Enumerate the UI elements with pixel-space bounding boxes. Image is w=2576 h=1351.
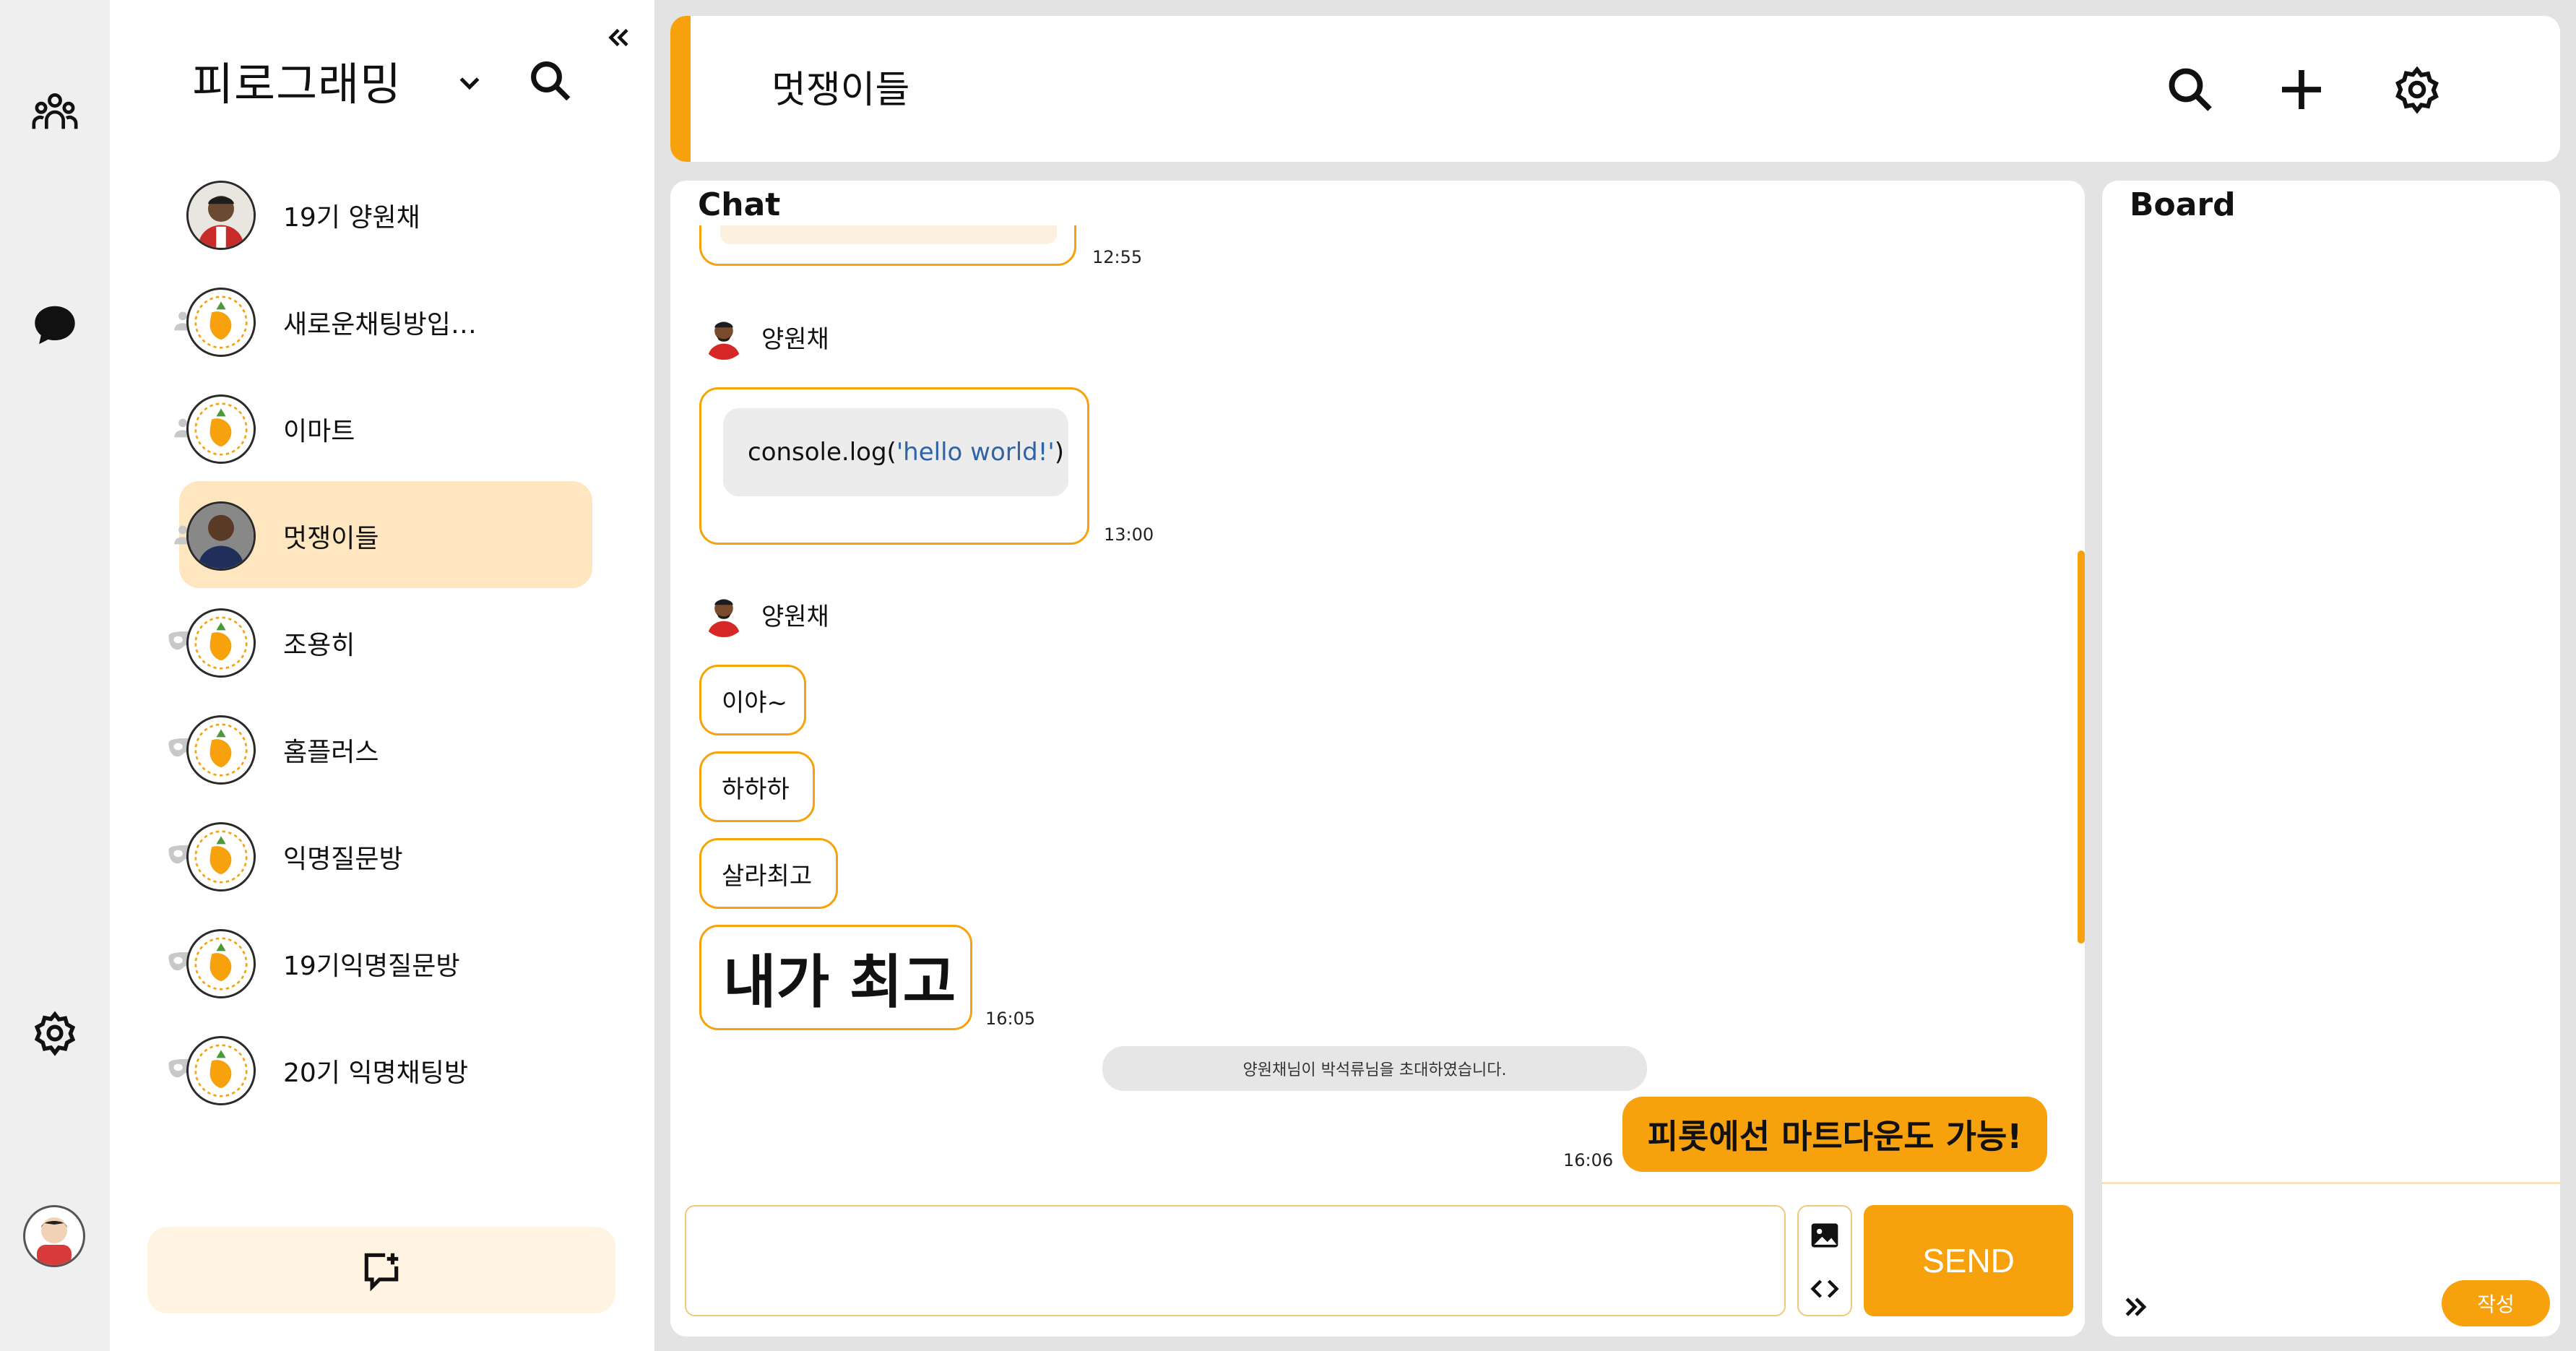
message-text: 하하하 bbox=[722, 774, 790, 804]
room-avatar bbox=[186, 1036, 256, 1105]
room-header: 멋쟁이들 bbox=[670, 16, 2560, 162]
room-avatar bbox=[186, 929, 256, 998]
room-item[interactable]: 20기 익명채팅방 bbox=[168, 1016, 592, 1123]
message-text: 이야~ bbox=[722, 688, 788, 717]
system-message: 양원채님이 박석류님을 초대하였습니다. bbox=[1102, 1046, 1647, 1091]
search-icon[interactable] bbox=[2158, 58, 2222, 121]
code-block: console.log('hello world!') bbox=[723, 408, 1068, 496]
message-sender: 양원채 bbox=[701, 314, 829, 360]
code-message-bubble[interactable]: console.log('hello world!') bbox=[699, 387, 1089, 545]
sender-avatar bbox=[701, 591, 747, 637]
code-string: 'hello world!' bbox=[896, 438, 1055, 467]
room-avatar bbox=[186, 715, 256, 785]
board-title: Board bbox=[2130, 186, 2236, 223]
header-accent-bar bbox=[670, 16, 691, 162]
collapse-sidebar-icon[interactable] bbox=[598, 17, 639, 58]
message-bubble[interactable] bbox=[699, 225, 1076, 266]
room-name: 새로운채팅방입… bbox=[283, 310, 477, 340]
message-bubble[interactable]: 살라최고 bbox=[699, 838, 838, 909]
board-panel: Board 작성 bbox=[2102, 181, 2560, 1337]
gear-icon[interactable] bbox=[2385, 58, 2449, 121]
send-button[interactable]: SEND bbox=[1864, 1205, 2073, 1316]
room-item[interactable]: 19기 양원채 bbox=[179, 160, 592, 267]
attachment-buttons bbox=[1797, 1205, 1852, 1316]
code-text-end: ) bbox=[1054, 438, 1065, 467]
code-icon[interactable] bbox=[1799, 1263, 1851, 1315]
nav-rail bbox=[0, 0, 110, 1351]
chevron-down-icon[interactable] bbox=[449, 62, 490, 103]
message-time: 12:55 bbox=[1092, 247, 1143, 267]
message-input[interactable] bbox=[685, 1205, 1786, 1316]
message-time: 16:05 bbox=[985, 1009, 1036, 1029]
message-bubble[interactable]: 이야~ bbox=[699, 665, 806, 735]
message-bubble[interactable]: 내가 최고 bbox=[699, 925, 972, 1030]
room-avatar bbox=[186, 181, 256, 250]
user-avatar[interactable] bbox=[23, 1205, 85, 1267]
room-item[interactable]: 19기익명질문방 bbox=[168, 909, 592, 1016]
code-text: console.log( bbox=[748, 438, 896, 467]
search-icon[interactable] bbox=[522, 52, 579, 110]
room-item[interactable]: 홈플러스 bbox=[168, 695, 592, 802]
chat-panel: Chat 12:55 양원채 console.log('hello world!… bbox=[670, 181, 2085, 1337]
room-name: 19기 양원채 bbox=[283, 203, 420, 233]
my-message-bubble[interactable]: 피롯에선 마트다운도 가능! bbox=[1622, 1097, 2047, 1172]
message-text: 내가 최고 bbox=[723, 949, 956, 1016]
sender-avatar bbox=[701, 314, 747, 360]
write-button[interactable]: 작성 bbox=[2442, 1280, 2550, 1326]
new-room-button[interactable] bbox=[147, 1227, 615, 1313]
message-sender: 양원채 bbox=[701, 591, 829, 637]
message-text: 살라최고 bbox=[722, 861, 813, 891]
room-item[interactable]: 멋쟁이들 bbox=[174, 481, 592, 588]
room-name: 조용히 bbox=[283, 631, 355, 660]
room-title: 멋쟁이들 bbox=[771, 69, 910, 112]
board-divider bbox=[2102, 1182, 2560, 1184]
plus-icon[interactable] bbox=[2270, 58, 2333, 121]
chat-title: Chat bbox=[698, 186, 781, 223]
room-avatar bbox=[186, 608, 256, 678]
room-name: 홈플러스 bbox=[283, 738, 379, 767]
room-item[interactable]: 이마트 bbox=[174, 374, 592, 481]
gear-icon[interactable] bbox=[26, 1004, 84, 1062]
room-name: 멋쟁이들 bbox=[283, 524, 379, 553]
room-name: 익명질문방 bbox=[283, 845, 403, 874]
sender-name: 양원채 bbox=[761, 602, 829, 631]
room-item[interactable]: 새로운채팅방입… bbox=[174, 267, 592, 374]
people-icon[interactable] bbox=[26, 85, 84, 143]
room-item[interactable]: 익명질문방 bbox=[168, 802, 592, 909]
room-avatar bbox=[186, 822, 256, 892]
message-time: 13:00 bbox=[1104, 525, 1154, 545]
image-icon[interactable] bbox=[1799, 1209, 1851, 1261]
workspace-title: 피로그래밍 bbox=[192, 58, 402, 111]
room-name: 이마트 bbox=[283, 417, 355, 446]
room-avatar bbox=[186, 501, 256, 571]
room-avatar bbox=[186, 288, 256, 357]
room-item[interactable]: 조용히 bbox=[168, 588, 592, 695]
chat-scrollbar[interactable] bbox=[2078, 551, 2085, 944]
room-name: 20기 익명채팅방 bbox=[283, 1058, 468, 1088]
sender-name: 양원채 bbox=[761, 324, 829, 354]
chat-bubble-icon[interactable] bbox=[26, 296, 84, 354]
room-avatar bbox=[186, 394, 256, 464]
room-name: 19기익명질문방 bbox=[283, 951, 460, 981]
room-list-panel: 피로그래밍 19기 양원채새로운채팅방입… 이마트멋쟁이들조용히홈플러스익명질문방… bbox=[110, 0, 654, 1351]
expand-board-icon[interactable] bbox=[2118, 1289, 2154, 1325]
message-bubble[interactable]: 하하하 bbox=[699, 751, 815, 822]
message-time: 16:06 bbox=[1563, 1150, 1614, 1170]
